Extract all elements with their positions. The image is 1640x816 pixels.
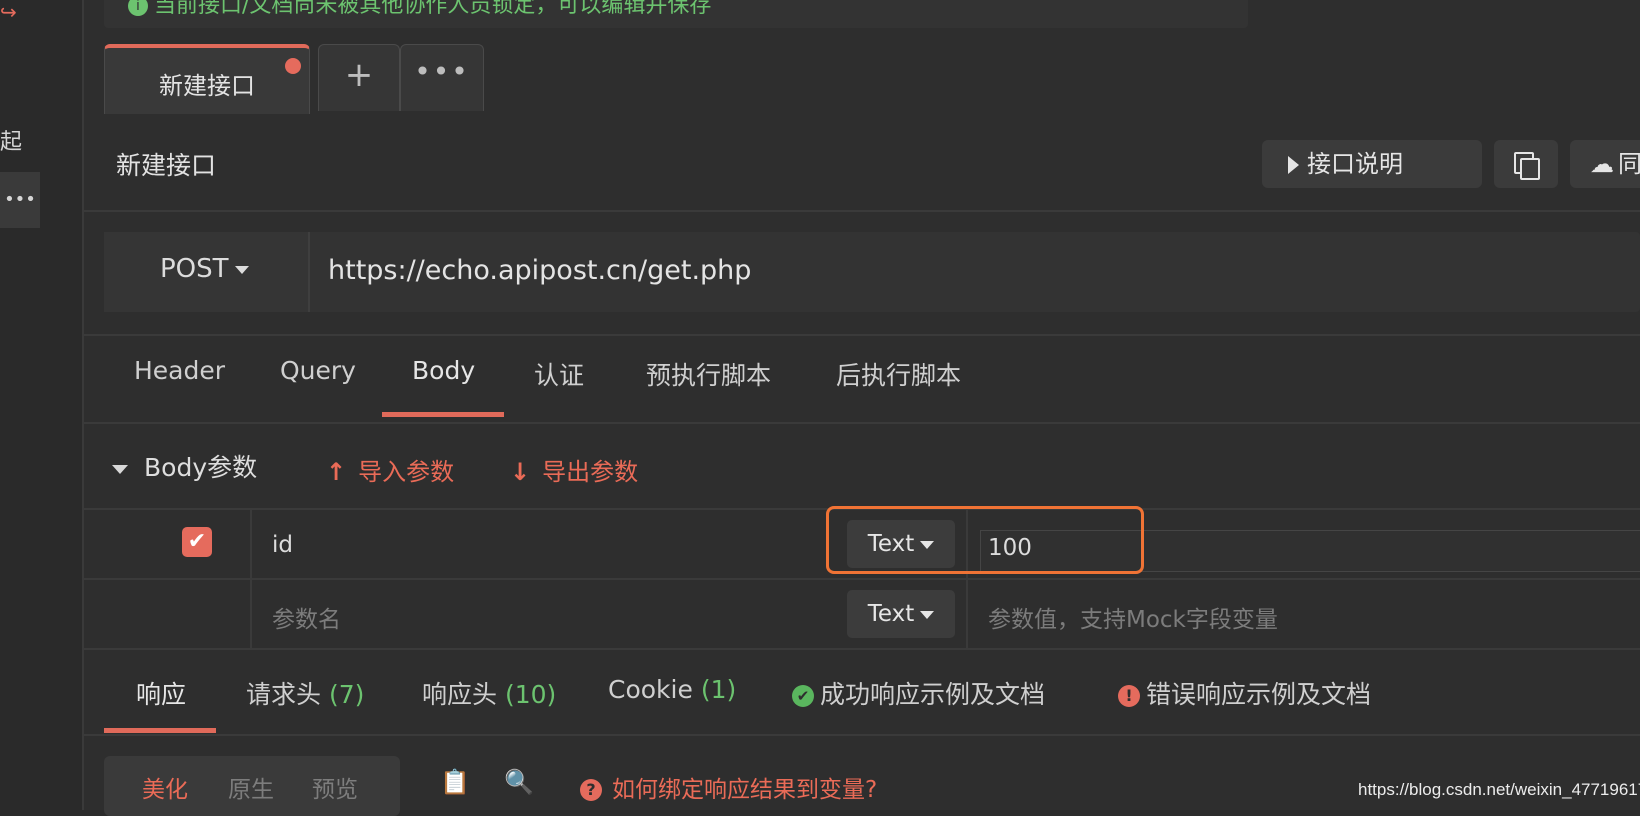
search-icon[interactable]: 🔍 <box>504 768 534 796</box>
active-response-tab-indicator <box>104 728 216 733</box>
chevron-down-icon <box>234 265 249 274</box>
left-sidebar <box>0 0 84 810</box>
tab-error-label: 错误响应示例及文档 <box>1146 680 1372 709</box>
tab-response-label: 响应 <box>136 680 187 709</box>
ellipsis-icon: ••• <box>414 55 470 88</box>
new-param-type-value: Text <box>867 601 915 627</box>
notice-text: 当前接口/文档尚未被其他协作人员锁定，可以编辑并保存 <box>154 0 712 18</box>
info-icon: i <box>128 0 148 16</box>
active-tab-indicator <box>382 412 504 417</box>
tab-body[interactable]: Body <box>412 356 475 385</box>
count-badge: (1) <box>700 675 737 704</box>
tab-new-api[interactable]: 新建接口 <box>104 44 310 114</box>
check-icon: ✔ <box>187 529 207 554</box>
page-title: 新建接口 <box>116 151 217 180</box>
export-label: 导出参数 <box>542 458 639 486</box>
highlight-annotation <box>826 506 1144 574</box>
view-raw-option[interactable]: 原生 <box>228 770 274 804</box>
column-divider <box>250 508 252 648</box>
sync-button[interactable]: ☁ 同 <box>1570 140 1640 188</box>
export-params-button[interactable]: ↓ 导出参数 <box>510 452 638 487</box>
count-badge: (7) <box>328 680 365 709</box>
tab-success-examples[interactable]: ✔ 成功响应示例及文档 <box>792 675 1045 711</box>
view-preview-option[interactable]: 预览 <box>312 770 358 804</box>
sync-label: 同 <box>1618 150 1640 178</box>
import-label: 导入参数 <box>358 458 455 486</box>
sidebar-more-button[interactable]: ••• <box>0 172 40 228</box>
url-input[interactable]: https://echo.apipost.cn/get.php <box>328 255 751 286</box>
tab-response-headers[interactable]: 响应头 (10) <box>422 675 556 711</box>
copy-icon-front <box>1520 158 1540 180</box>
api-doc-button[interactable]: 接口说明 <box>1262 140 1482 188</box>
plus-icon: + <box>344 55 374 95</box>
tab-cookie[interactable]: Cookie (1) <box>608 675 736 704</box>
exclamation-circle-icon: ! <box>1118 685 1140 707</box>
help-text: 如何绑定响应结果到变量? <box>612 777 878 803</box>
question-circle-icon: ? <box>580 779 602 801</box>
body-params-title: Body参数 <box>144 453 258 482</box>
tab-header[interactable]: Header <box>134 356 225 385</box>
arrow-up-icon: ↑ <box>326 458 347 486</box>
check-circle-icon: ✔ <box>792 685 814 707</box>
api-doc-label: 接口说明 <box>1307 150 1403 178</box>
count-badge: (10) <box>504 680 557 709</box>
view-pretty-option[interactable]: 美化 <box>142 770 188 804</box>
tab-response-headers-label: 响应头 <box>422 680 498 709</box>
tab-title: 新建接口 <box>159 72 255 100</box>
more-tabs-button[interactable]: ••• <box>400 44 484 111</box>
tab-post-script[interactable]: 后执行脚本 <box>836 356 961 392</box>
copy-button[interactable] <box>1494 140 1558 188</box>
redo-icon[interactable]: ↪ <box>0 0 24 24</box>
new-param-type-select[interactable]: Text <box>847 590 955 638</box>
new-param-name-field[interactable]: 参数名 <box>272 600 341 634</box>
new-param-value-field[interactable]: 参数值，支持Mock字段变量 <box>988 600 1278 634</box>
tab-auth[interactable]: 认证 <box>534 356 584 392</box>
tab-pre-script[interactable]: 预执行脚本 <box>646 356 771 392</box>
arrow-down-icon: ↓ <box>510 458 531 486</box>
param-name-field[interactable]: id <box>272 532 293 558</box>
unsaved-dot-icon <box>285 58 301 74</box>
tab-response[interactable]: 响应 <box>136 675 186 711</box>
method-value: POST <box>160 254 229 284</box>
play-icon <box>1288 156 1299 174</box>
tab-query[interactable]: Query <box>280 356 356 385</box>
chevron-down-icon <box>920 610 935 619</box>
paste-icon[interactable]: 📋 <box>440 768 470 796</box>
tab-error-examples[interactable]: ! 错误响应示例及文档 <box>1118 675 1371 711</box>
sidebar-label: 起 <box>0 130 23 155</box>
import-params-button[interactable]: ↑ 导入参数 <box>326 452 454 487</box>
tab-cookie-label: Cookie <box>608 675 693 704</box>
bind-response-help-link[interactable]: ? 如何绑定响应结果到变量? <box>580 770 877 804</box>
method-select[interactable]: POST <box>104 232 310 312</box>
param-enabled-checkbox[interactable]: ✔ <box>182 527 212 557</box>
tab-request-headers[interactable]: 请求头 (7) <box>246 675 364 711</box>
lock-notice: i 当前接口/文档尚未被其他协作人员锁定，可以编辑并保存 <box>104 0 1248 28</box>
add-tab-button[interactable]: + <box>318 44 400 111</box>
tab-success-label: 成功响应示例及文档 <box>820 680 1046 709</box>
watermark: https://blog.csdn.net/weixin_47719617 <box>1358 780 1640 799</box>
tab-request-headers-label: 请求头 <box>246 680 322 709</box>
cloud-download-icon: ☁ <box>1590 150 1614 178</box>
body-params-toggle[interactable]: Body参数 <box>112 448 257 484</box>
caret-down-icon <box>112 464 128 474</box>
